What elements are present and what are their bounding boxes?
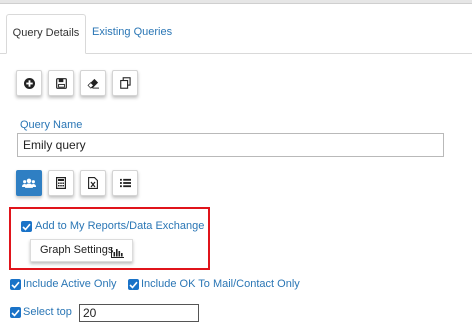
contacts-view-button[interactable] xyxy=(16,170,42,196)
select-top-label[interactable]: Select top xyxy=(23,306,72,318)
include-active-label[interactable]: Include Active Only xyxy=(23,278,117,290)
eraser-icon xyxy=(86,78,100,89)
save-button[interactable] xyxy=(48,70,74,96)
users-icon xyxy=(22,178,36,189)
include-ok-label[interactable]: Include OK To Mail/Contact Only xyxy=(141,278,300,290)
clear-button[interactable] xyxy=(80,70,106,96)
include-active-checkbox[interactable] xyxy=(10,279,21,290)
list-icon xyxy=(119,178,131,188)
query-name-label: Query Name xyxy=(20,119,83,131)
checkmark-icon xyxy=(129,281,138,289)
checkmark-icon xyxy=(11,281,20,289)
include-ok-checkbox[interactable] xyxy=(128,279,139,290)
excel-export-button[interactable] xyxy=(80,170,106,196)
save-icon xyxy=(55,77,67,89)
copy-icon xyxy=(119,77,131,89)
add-to-reports-label[interactable]: Add to My Reports/Data Exchange xyxy=(35,220,204,232)
bar-chart-icon xyxy=(111,245,124,266)
query-name-input[interactable]: Emily query xyxy=(17,133,444,157)
calculator-icon xyxy=(56,177,66,189)
checkmark-icon xyxy=(11,309,20,317)
plus-circle-icon xyxy=(23,77,35,89)
checkmark-icon xyxy=(22,223,31,231)
calculator-button[interactable] xyxy=(48,170,74,196)
list-view-button[interactable] xyxy=(112,170,138,196)
tab-existing-queries[interactable]: Existing Queries xyxy=(92,14,182,54)
new-query-button[interactable] xyxy=(16,70,42,96)
add-to-reports-checkbox[interactable] xyxy=(21,221,32,232)
tab-query-details[interactable]: Query Details xyxy=(6,14,86,54)
graph-settings-label: Graph Settings xyxy=(40,244,114,256)
copy-button[interactable] xyxy=(112,70,138,96)
select-top-checkbox[interactable] xyxy=(10,307,21,318)
excel-icon xyxy=(88,177,98,189)
graph-settings-button[interactable]: Graph Settings xyxy=(30,239,133,262)
tab-bar: Query Details Existing Queries xyxy=(0,4,472,54)
select-top-input[interactable]: 20 xyxy=(79,304,199,322)
